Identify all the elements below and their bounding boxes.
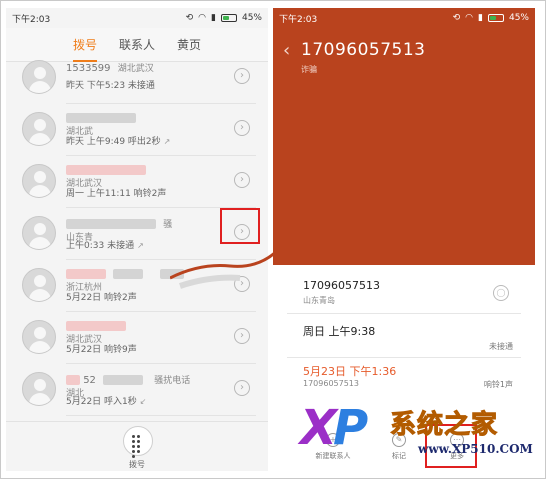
call-log-row[interactable]: 湖北武 昨天 上午9:49 呼出2秒 ↗ › — [6, 104, 268, 156]
avatar — [22, 268, 56, 302]
call-detail-button[interactable]: › — [234, 68, 250, 84]
dialpad-bar: 拨号 — [6, 421, 268, 471]
message-icon[interactable]: ◯ — [493, 285, 509, 301]
avatar — [22, 216, 56, 250]
wifi-icon: ◠ — [465, 13, 474, 23]
battery-percent: 45% — [508, 13, 529, 23]
rotation-lock-icon: ⟲ — [452, 13, 461, 23]
avatar — [22, 164, 56, 198]
call2-number: 17096057513 — [303, 379, 359, 388]
avatar — [22, 112, 56, 146]
call-detail: 5月22日 响铃2声 — [66, 293, 137, 303]
status-bar: 下午2:03 ⟲ ◠ ▮ 45% — [6, 8, 268, 28]
call-detail: 5月22日 呼入1秒 ↙ — [66, 397, 147, 407]
call-detail-button[interactable]: › — [234, 328, 250, 344]
call2-status: 响铃1声 — [483, 380, 513, 389]
info-number: 17096057513 — [303, 279, 380, 292]
dialpad-icon[interactable] — [123, 426, 153, 458]
avatar — [22, 320, 56, 354]
call-detail: 昨天 下午5:23 未接通 — [66, 81, 155, 91]
xp510-watermark-logo: XP 系统之家 www.XP510.COM — [300, 400, 540, 470]
call-detail: 周一 上午11:11 响铃2声 — [66, 189, 167, 199]
call1-status: 未接通 — [489, 342, 513, 351]
status-icons: ⟲ ◠ ▮ 45% — [186, 13, 262, 23]
caller-line: 1533599 湖北武汉 — [66, 63, 154, 74]
signal-icon: ▮ — [478, 13, 483, 23]
header-tag: 诈骗 — [301, 65, 317, 74]
decorative-arrow — [170, 246, 280, 289]
call1-time: 周日 上午9:38 — [303, 325, 376, 338]
battery-icon — [220, 14, 237, 22]
contact-header: 下午2:03 ⟲ ◠ ▮ 45% ‹ 17096057513 诈骗 — [273, 8, 535, 265]
back-icon[interactable]: ‹ — [283, 40, 290, 61]
call-log-row[interactable]: 湖北武汉 5月22日 响铃9声 › — [6, 312, 268, 364]
call-log-row[interactable]: 52 骚扰电话 湖北 5月22日 呼入1秒 ↙ › — [6, 364, 268, 416]
info-location: 山东青岛 — [303, 296, 335, 305]
watermark-brand: 系统之家 — [389, 410, 499, 441]
avatar — [22, 372, 56, 406]
status-bar: 下午2:03 ⟲ ◠ ▮ 45% — [273, 8, 535, 28]
wifi-icon: ◠ — [198, 13, 207, 23]
call2-time: 5月23日 下午1:36 — [303, 365, 397, 378]
call-detail-button[interactable]: › — [234, 120, 250, 136]
call-detail: 昨天 上午9:49 呼出2秒 ↗ — [66, 137, 171, 147]
dialpad-label: 拨号 — [129, 460, 145, 469]
avatar — [22, 60, 56, 94]
call-log-row[interactable]: 1533599 湖北武汉 昨天 下午5:23 未接通 › — [6, 52, 268, 104]
battery-percent: 45% — [241, 13, 262, 23]
status-time: 下午2:03 — [12, 14, 51, 25]
rotation-lock-icon: ⟲ — [185, 13, 194, 23]
call-log-row[interactable]: 湖北武汉 周一 上午11:11 响铃2声 › — [6, 156, 268, 208]
signal-icon: ▮ — [211, 13, 216, 23]
header-number: 17096057513 — [301, 40, 426, 60]
call-detail: 上午0:33 未接通 ↗ — [66, 241, 144, 251]
battery-icon — [487, 14, 504, 22]
status-time: 下午2:03 — [279, 14, 318, 25]
call-detail: 5月22日 响铃9声 — [66, 345, 137, 355]
status-icons: ⟲ ◠ ▮ 45% — [453, 13, 529, 23]
watermark-url: www.XP510.COM — [418, 442, 533, 456]
call-detail-button[interactable]: › — [234, 380, 250, 396]
call-detail-button[interactable]: › — [234, 172, 250, 188]
watermark-xp: XP — [300, 400, 368, 456]
